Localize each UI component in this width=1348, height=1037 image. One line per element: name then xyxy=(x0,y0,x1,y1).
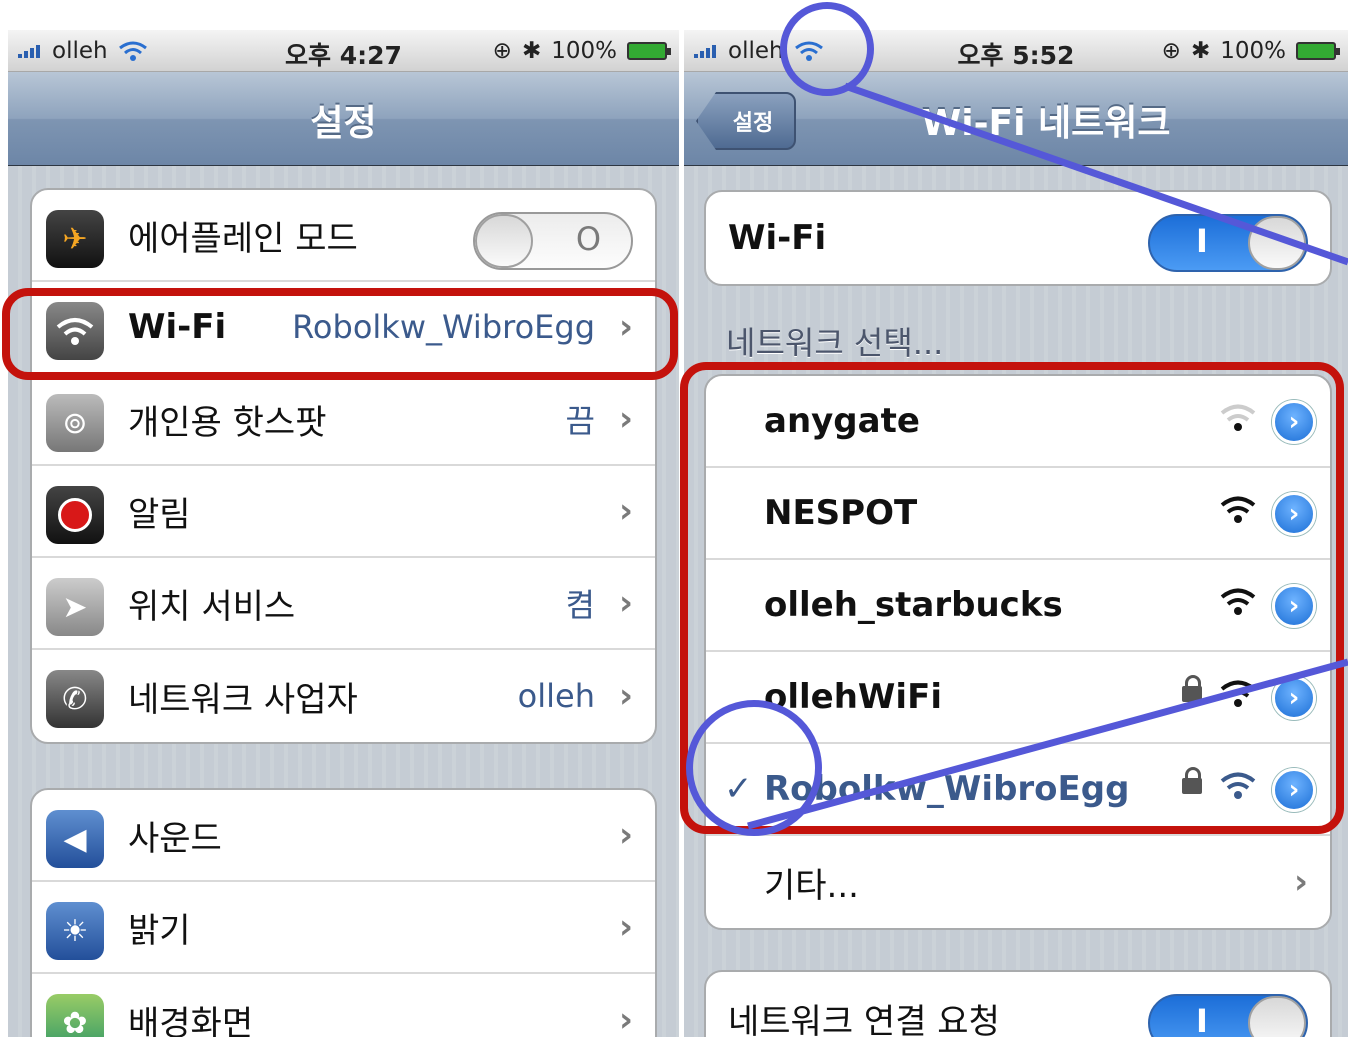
ask-to-join-row: 네트워크 연결 요청 I xyxy=(706,972,1330,1037)
network-name: ollehWiFi xyxy=(764,677,942,717)
chevron-right-icon: › xyxy=(618,676,633,716)
battery-icon xyxy=(1296,42,1340,60)
page-title: Wi-Fi 네트워크 xyxy=(921,103,1171,144)
phone-icon: ✆ xyxy=(46,670,104,728)
chevron-right-icon: › xyxy=(618,815,633,855)
row-label: Wi-Fi xyxy=(128,307,227,347)
airplane-mode-toggle[interactable]: O xyxy=(473,212,633,270)
other-network-row[interactable]: 기타... › xyxy=(706,836,1330,928)
wifi-signal-icon xyxy=(1220,404,1256,431)
bluetooth-icon: ✱ xyxy=(1190,38,1211,64)
detail-disclosure-button[interactable]: › xyxy=(1272,584,1316,628)
chevron-right-icon: › xyxy=(618,491,633,531)
row-value: olleh xyxy=(517,677,595,715)
lock-icon xyxy=(1182,675,1202,702)
notification-icon xyxy=(46,486,104,544)
wallpaper-icon: ✿ xyxy=(46,994,104,1037)
wifi-toggle-group: Wi-Fi I xyxy=(704,190,1332,286)
brightness-icon: ☀ xyxy=(46,902,104,960)
network-name: NESPOT xyxy=(764,493,918,533)
wifi-signal-icon xyxy=(1220,588,1256,615)
sound-icon: ◀ xyxy=(46,810,104,868)
hotspot-row[interactable]: ⊚ 개인용 핫스팟 끔 › xyxy=(32,374,655,466)
detail-disclosure-button[interactable]: › xyxy=(1272,400,1316,444)
network-row-anygate[interactable]: anygate › xyxy=(706,376,1330,468)
wifi-signal-icon xyxy=(1220,772,1256,799)
navigation-bar: 설정 Wi-Fi 네트워크 xyxy=(684,72,1348,166)
row-label: 네트워크 연결 요청 xyxy=(728,1001,1000,1037)
location-row[interactable]: ➤ 위치 서비스 켬 › xyxy=(32,558,655,650)
chevron-right-icon: › xyxy=(618,399,633,439)
chevron-right-icon: › xyxy=(618,907,633,947)
row-label: 밝기 xyxy=(128,910,191,951)
battery-icon xyxy=(627,42,671,60)
network-name: olleh_starbucks xyxy=(764,585,1063,625)
status-right: ⊕ ✱ 100% xyxy=(492,38,671,64)
lock-icon xyxy=(1182,767,1202,794)
wifi-icon xyxy=(46,302,104,360)
row-label: 배경화면 xyxy=(128,1003,254,1037)
row-label: 알림 xyxy=(128,494,191,535)
chevron-right-icon: › xyxy=(1293,862,1308,902)
hotspot-icon: ⊚ xyxy=(46,394,104,452)
chevron-right-icon: › xyxy=(618,307,633,347)
wifi-toggle-row: Wi-Fi I xyxy=(706,192,1330,284)
airplane-mode-row: ✈ 에어플레인 모드 O xyxy=(32,190,655,282)
settings-group-main: ✈ 에어플레인 모드 O Wi-Fi Robolkw_WibroEgg › ⊚ … xyxy=(30,188,657,744)
status-right: ⊕ ✱ 100% xyxy=(1161,38,1340,64)
bluetooth-icon: ✱ xyxy=(521,38,542,64)
wifi-toggle[interactable]: I xyxy=(1148,214,1308,272)
wallpaper-row[interactable]: ✿ 배경화면 › xyxy=(32,974,655,1037)
section-header: 네트워크 선택... xyxy=(726,324,944,362)
ask-to-join-toggle[interactable]: I xyxy=(1148,994,1308,1037)
page-title: 설정 xyxy=(310,103,377,144)
row-label: 기타... xyxy=(764,865,859,906)
network-row-robolkw-wibroegg[interactable]: ✓ Robolkw_WibroEgg › xyxy=(706,744,1330,836)
battery-percent: 100% xyxy=(1220,38,1286,64)
row-value: 끔 xyxy=(565,402,595,440)
wifi-signal-icon xyxy=(1220,496,1256,523)
carrier-row[interactable]: ✆ 네트워크 사업자 olleh › xyxy=(32,650,655,742)
ask-to-join-group: 네트워크 연결 요청 I xyxy=(704,970,1332,1037)
network-row-nespot[interactable]: NESPOT › xyxy=(706,468,1330,560)
settings-group-display: ◀ 사운드 › ☀ 밝기 › ✿ 배경화면 › xyxy=(30,788,657,1037)
network-name: anygate xyxy=(764,401,920,441)
row-label: 에어플레인 모드 xyxy=(128,218,358,259)
detail-disclosure-button[interactable]: › xyxy=(1272,492,1316,536)
row-value: Robolkw_WibroEgg xyxy=(292,308,595,346)
row-value: 켬 xyxy=(565,586,595,624)
network-row-olleh-wifi[interactable]: ollehWiFi › xyxy=(706,652,1330,744)
navigation-bar: 설정 xyxy=(8,72,679,166)
status-bar: olleh 오후 4:27 ⊕ ✱ 100% xyxy=(8,30,679,72)
wifi-networks-screen: olleh 오후 5:52 ⊕ ✱ 100% 설정 Wi-Fi 네트워크 Wi-… xyxy=(684,30,1348,1037)
brightness-row[interactable]: ☀ 밝기 › xyxy=(32,882,655,974)
settings-screen: olleh 오후 4:27 ⊕ ✱ 100% 설정 ✈ 에어플레인 모드 O W… xyxy=(8,30,679,1037)
chevron-right-icon: › xyxy=(618,1000,633,1037)
location-icon: ➤ xyxy=(46,578,104,636)
row-label: Wi-Fi xyxy=(728,218,827,258)
network-name: Robolkw_WibroEgg xyxy=(764,769,1130,809)
wifi-row[interactable]: Wi-Fi Robolkw_WibroEgg › xyxy=(32,282,655,374)
sound-row[interactable]: ◀ 사운드 › xyxy=(32,790,655,882)
row-label: 사운드 xyxy=(128,818,222,859)
network-row-olleh-starbucks[interactable]: olleh_starbucks › xyxy=(706,560,1330,652)
row-label: 개인용 핫스팟 xyxy=(128,402,327,443)
row-label: 위치 서비스 xyxy=(128,586,296,627)
checkmark-icon: ✓ xyxy=(724,769,753,809)
chevron-right-icon: › xyxy=(618,583,633,623)
lock-rotation-icon: ⊕ xyxy=(1161,38,1181,64)
airplane-icon: ✈ xyxy=(46,210,104,268)
status-bar: olleh 오후 5:52 ⊕ ✱ 100% xyxy=(684,30,1348,72)
network-list: anygate › NESPOT › olleh_starbucks › oll… xyxy=(704,374,1332,930)
notifications-row[interactable]: 알림 › xyxy=(32,466,655,558)
detail-disclosure-button[interactable]: › xyxy=(1272,676,1316,720)
battery-percent: 100% xyxy=(551,38,617,64)
wifi-signal-icon xyxy=(1220,680,1256,707)
detail-disclosure-button[interactable]: › xyxy=(1272,768,1316,812)
row-label: 네트워크 사업자 xyxy=(128,679,358,720)
lock-rotation-icon: ⊕ xyxy=(492,38,512,64)
